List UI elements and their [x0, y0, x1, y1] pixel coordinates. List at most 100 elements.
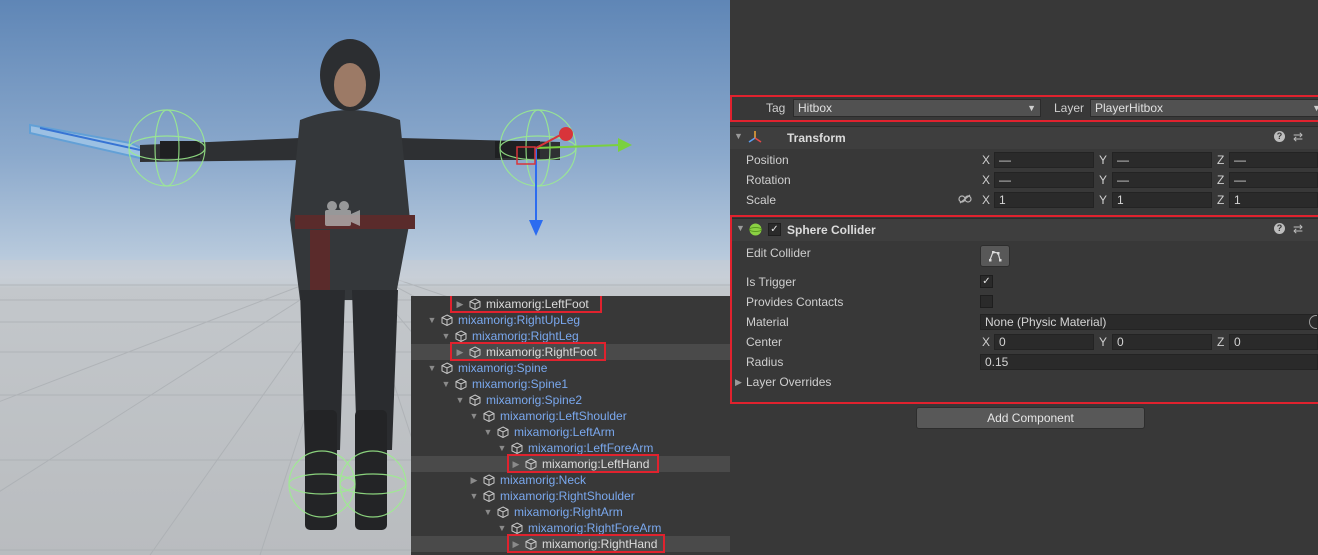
gameobject-cube-icon: [511, 442, 523, 454]
sphere-collider-title: Sphere Collider: [787, 223, 876, 237]
chevron-down-icon: ▼: [1312, 103, 1318, 113]
is-trigger-label: Is Trigger: [746, 275, 797, 289]
collapse-arrow-icon[interactable]: ▼: [455, 392, 465, 408]
radius-field[interactable]: 0.15: [980, 354, 1318, 370]
presets-icon[interactable]: ⇄: [1293, 222, 1303, 236]
expand-arrow-icon[interactable]: ▶: [469, 472, 479, 488]
gameobject-cube-icon: [483, 474, 495, 486]
expand-arrow-icon[interactable]: ▶: [455, 344, 465, 360]
layer-dropdown[interactable]: PlayerHitbox ▼: [1090, 99, 1318, 117]
scale-y-field[interactable]: 1: [1112, 192, 1212, 208]
tag-dropdown[interactable]: Hitbox ▼: [793, 99, 1041, 117]
gameobject-cube-icon: [525, 458, 537, 470]
hierarchy-item-neck[interactable]: ▶ mixamorig:Neck: [411, 472, 730, 488]
scale-z-field[interactable]: 1: [1229, 192, 1318, 208]
y-axis-label: Y: [1099, 335, 1108, 349]
material-value: None (Physic Material): [985, 315, 1107, 329]
hierarchy-item-label: mixamorig:Spine: [458, 361, 548, 375]
hierarchy-item-spine1[interactable]: ▼ mixamorig:Spine1: [411, 376, 730, 392]
gameobject-cube-icon: [497, 506, 509, 518]
collapse-arrow-icon[interactable]: ▼: [734, 131, 743, 141]
center-y-field[interactable]: 0: [1112, 334, 1212, 350]
rotation-x-field[interactable]: —: [994, 172, 1094, 188]
hierarchy-panel[interactable]: ▶ mixamorig:LeftFoot ▼ mixamorig:RightUp…: [411, 296, 730, 555]
provides-contacts-checkbox[interactable]: [980, 295, 993, 308]
hierarchy-item-rightshoulder[interactable]: ▼ mixamorig:RightShoulder: [411, 488, 730, 504]
hierarchy-item-label: mixamorig:RightShoulder: [500, 489, 635, 503]
hierarchy-item-rightarm[interactable]: ▼ mixamorig:RightArm: [411, 504, 730, 520]
sphere-collider-header[interactable]: ▼ ✓ Sphere Collider ? ⇄: [732, 218, 1318, 241]
edit-collider-icon: [989, 251, 1002, 262]
position-label: Position: [746, 153, 789, 167]
add-component-button[interactable]: Add Component: [916, 407, 1145, 429]
position-z-field[interactable]: —: [1229, 152, 1318, 168]
layer-value: PlayerHitbox: [1095, 101, 1164, 115]
help-icon[interactable]: ?: [1274, 223, 1285, 234]
collapse-arrow-icon[interactable]: ▼: [483, 504, 493, 520]
constrain-proportions-icon[interactable]: [958, 194, 972, 204]
expand-arrow-icon[interactable]: ▶: [511, 536, 521, 552]
collapse-arrow-icon[interactable]: ▼: [483, 424, 493, 440]
hierarchy-item-leftfoot[interactable]: ▶ mixamorig:LeftFoot: [411, 296, 730, 313]
is-trigger-checkbox[interactable]: ✓: [980, 275, 993, 288]
position-x-field[interactable]: —: [994, 152, 1094, 168]
collapse-arrow-icon[interactable]: ▼: [441, 376, 451, 392]
gameobject-cube-icon: [469, 298, 481, 310]
presets-icon[interactable]: ⇄: [1293, 130, 1303, 144]
gameobject-cube-icon: [469, 394, 481, 406]
rotation-y-field[interactable]: —: [1112, 172, 1212, 188]
hierarchy-item-leftarm[interactable]: ▼ mixamorig:LeftArm: [411, 424, 730, 440]
expand-arrow-icon[interactable]: ▶: [455, 296, 465, 312]
expand-arrow-icon[interactable]: ▶: [511, 456, 521, 472]
hierarchy-item-spine[interactable]: ▼ mixamorig:Spine: [411, 360, 730, 376]
rotation-z-field[interactable]: —: [1229, 172, 1318, 188]
collapse-arrow-icon[interactable]: ▼: [469, 488, 479, 504]
hierarchy-item-rightfoot[interactable]: ▶ mixamorig:RightFoot: [411, 342, 730, 361]
x-axis-label: X: [982, 193, 991, 207]
hierarchy-item-leftshoulder[interactable]: ▼ mixamorig:LeftShoulder: [411, 408, 730, 424]
collapse-arrow-icon[interactable]: ▼: [427, 312, 437, 328]
inspector-panel: Tag Hitbox ▼ Layer PlayerHitbox ▼ ▼ Tran…: [730, 0, 1318, 555]
help-icon[interactable]: ?: [1274, 131, 1285, 142]
hierarchy-item-label: mixamorig:RightUpLeg: [458, 313, 581, 327]
gameobject-cube-icon: [441, 314, 453, 326]
x-axis-label: X: [982, 173, 991, 187]
scale-x-field[interactable]: 1: [994, 192, 1094, 208]
expand-arrow-icon[interactable]: ▶: [735, 377, 742, 388]
center-label: Center: [746, 335, 783, 349]
hierarchy-item-lefthand[interactable]: ▶ mixamorig:LeftHand: [411, 454, 730, 473]
enabled-checkbox[interactable]: ✓: [768, 223, 781, 236]
layer-overrides-label[interactable]: Layer Overrides: [746, 375, 831, 389]
collapse-arrow-icon[interactable]: ▼: [469, 408, 479, 424]
collapse-arrow-icon[interactable]: ▼: [736, 223, 745, 233]
transform-header[interactable]: ▼ Transform ? ⇄: [730, 126, 1318, 149]
position-y-field[interactable]: —: [1112, 152, 1212, 168]
provides-contacts-label: Provides Contacts: [746, 295, 844, 309]
collapse-arrow-icon[interactable]: ▼: [497, 520, 507, 536]
collapse-arrow-icon[interactable]: ▼: [427, 360, 437, 376]
hierarchy-item-label: mixamorig:RightArm: [514, 505, 623, 519]
object-picker-icon[interactable]: [1309, 315, 1317, 329]
hierarchy-item-label: mixamorig:Spine2: [486, 393, 583, 407]
radius-label: Radius: [746, 355, 784, 369]
gameobject-cube-icon: [497, 426, 509, 438]
material-field[interactable]: None (Physic Material): [980, 314, 1318, 330]
hierarchy-item-righthand[interactable]: ▶ mixamorig:RightHand: [411, 534, 730, 553]
z-axis-label: Z: [1217, 173, 1225, 187]
hierarchy-item-spine2[interactable]: ▼ mixamorig:Spine2: [411, 392, 730, 408]
transform-title: Transform: [787, 131, 846, 145]
gameobject-cube-icon: [483, 490, 495, 502]
hierarchy-item-label: mixamorig:LeftShoulder: [500, 409, 627, 423]
collapse-arrow-icon[interactable]: ▼: [497, 440, 507, 456]
hierarchy-item-label: mixamorig:RightHand: [542, 537, 658, 551]
hierarchy-item-label: mixamorig:Neck: [500, 473, 587, 487]
gameobject-cube-icon: [455, 378, 467, 390]
z-axis-label: Z: [1217, 335, 1225, 349]
layer-label: Layer: [1054, 101, 1085, 115]
center-z-field[interactable]: 0: [1229, 334, 1318, 350]
hierarchy-item-rightupleg[interactable]: ▼ mixamorig:RightUpLeg: [411, 312, 730, 328]
center-x-field[interactable]: 0: [994, 334, 1094, 350]
edit-collider-button[interactable]: [980, 245, 1010, 267]
gameobject-cube-icon: [441, 362, 453, 374]
edit-collider-label: Edit Collider: [746, 246, 811, 260]
